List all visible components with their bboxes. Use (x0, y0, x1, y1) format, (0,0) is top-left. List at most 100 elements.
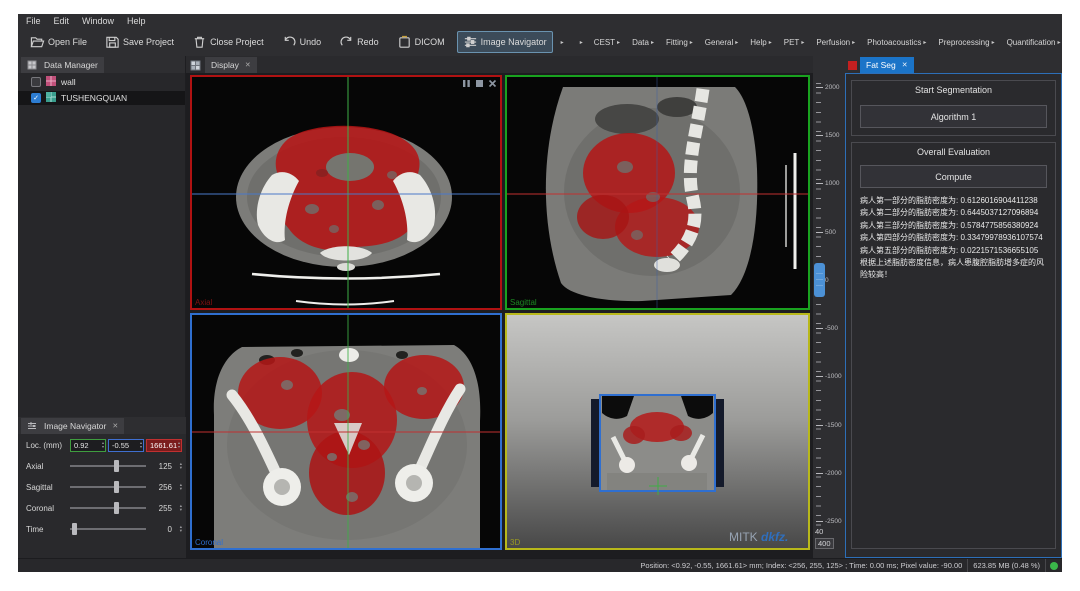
coronal-slider-label: Coronal (26, 504, 54, 513)
spinner-arrows-icon[interactable]: ▴▾ (180, 504, 182, 513)
view-menu-cest[interactable]: CEST▸ (593, 38, 623, 47)
dicom-button[interactable]: DICOM (391, 31, 451, 53)
redo-button[interactable]: Redo (333, 31, 385, 53)
axial-view-label: Axial (195, 298, 212, 307)
algorithm-1-button[interactable]: Algorithm 1 (860, 105, 1047, 128)
loc-x-spinbox[interactable]: 0.92 ▴▾ (70, 439, 106, 452)
sagittal-slider-label: Sagittal (26, 483, 53, 492)
spinner-arrows-icon[interactable]: ▴▾ (102, 441, 105, 449)
evaluation-results: 病人第一部分的脂肪密度为: 0.6126016904411238 病人第二部分的… (860, 195, 1049, 282)
menu-help[interactable]: Help (127, 16, 146, 26)
ruler-ticks (816, 83, 821, 531)
time-slider-value: 0 (168, 525, 172, 534)
time-slider-thumb[interactable] (72, 523, 77, 535)
overall-evaluation-title: Overall Evaluation (852, 147, 1055, 157)
menu-file[interactable]: File (26, 16, 41, 26)
toolbar: Open File Save Project Close Project Und… (18, 28, 1062, 56)
view-menu-pet[interactable]: PET▸ (783, 38, 808, 47)
axial-slider[interactable] (70, 465, 146, 467)
sagittal-ct-image[interactable] (507, 77, 808, 308)
undo-button[interactable]: Undo (276, 31, 328, 53)
coronal-slider-value: 255 (159, 504, 172, 513)
menu-window[interactable]: Window (82, 16, 114, 26)
redo-label: Redo (357, 37, 379, 47)
data-node-wall[interactable]: wall (18, 75, 185, 89)
close-project-button[interactable]: Close Project (186, 31, 270, 53)
undo-icon (282, 35, 297, 49)
tab-image-navigator[interactable]: Image Navigator ✕ (21, 418, 124, 434)
view-menu-fitting[interactable]: Fitting▸ (665, 38, 696, 47)
view-menu-photoacoustics[interactable]: Photoacoustics▸ (866, 38, 929, 47)
axial-ct-image[interactable] (192, 77, 500, 308)
view-menu-help[interactable]: Help▸ (749, 38, 774, 47)
level-window-slider[interactable]: 2000 1500 1000 500 0 -500 -1000 -1500 -2… (813, 75, 845, 550)
view-menu-perfusion[interactable]: Perfusion▸ (815, 38, 858, 47)
image-navigator-icon (463, 35, 478, 49)
save-project-label: Save Project (123, 37, 174, 47)
threed-render-image[interactable]: MITK dkfz. (507, 315, 808, 548)
crosshair-toggle-icon[interactable] (462, 79, 471, 88)
menu-bar: File Edit Window Help (18, 14, 1062, 28)
dicom-label: DICOM (415, 37, 445, 47)
dkfz-watermark: dkfz. (761, 530, 788, 544)
coronal-slider[interactable] (70, 507, 146, 509)
sagittal-slider-thumb[interactable] (114, 481, 119, 493)
memory-usage: 623.85 MB (0.48 %) (967, 559, 1046, 572)
view-menu-preprocessing[interactable]: Preprocessing▸ (937, 38, 997, 47)
data-node-tushengquan[interactable]: ✓ TUSHENGQUAN (18, 91, 185, 105)
axial-slider-thumb[interactable] (114, 460, 119, 472)
status-bar: Position: <0.92, -0.55, 1661.61> mm; Ind… (18, 558, 1062, 572)
spinner-arrows-icon[interactable]: ▴▾ (180, 462, 182, 471)
time-slider[interactable] (70, 528, 146, 530)
close-icon[interactable]: ✕ (112, 422, 118, 430)
window-value[interactable]: 400 (815, 538, 834, 549)
open-file-button[interactable]: Open File (24, 31, 93, 53)
view-menu-icon[interactable] (488, 79, 497, 88)
close-icon[interactable]: ✕ (902, 61, 908, 69)
axial-slider-label: Axial (26, 462, 43, 471)
view-menu-quantification[interactable]: Quantification▸ (1006, 38, 1062, 47)
toolbar-overflow-icon[interactable]: ▸ (580, 39, 583, 46)
image-navigator-panel: Image Navigator ✕ Loc. (mm) 0.92 ▴▾ -0.5… (18, 417, 186, 558)
sagittal-viewport[interactable]: Sagittal (505, 75, 810, 310)
spinner-arrows-icon[interactable]: ▴▾ (180, 525, 182, 534)
image-navigator-tab-icon (27, 421, 37, 431)
spinner-arrows-icon[interactable]: ▴▾ (180, 483, 182, 492)
spinner-arrows-icon[interactable]: ▴▾ (140, 441, 143, 449)
level-slider-handle[interactable] (814, 263, 825, 297)
view-menu-general[interactable]: General▸ (704, 38, 741, 47)
coronal-ct-image[interactable] (192, 315, 500, 548)
memory-status-icon (1050, 562, 1058, 570)
loc-y-spinbox[interactable]: -0.55 ▴▾ (108, 439, 144, 452)
compute-button[interactable]: Compute (860, 165, 1047, 188)
loc-z-spinbox[interactable]: 1661.61 ▴▾ (146, 439, 182, 452)
fat-seg-panel: Fat Seg ✕ Start Segmentation Algorithm 1… (845, 56, 1062, 558)
wall-node-icon (45, 75, 57, 89)
image-navigator-button[interactable]: Image Navigator (457, 31, 553, 53)
open-file-icon (30, 35, 45, 49)
wall-visibility-checkbox[interactable] (31, 77, 41, 87)
result-line: 病人第三部分的脂肪密度为: 0.5784775856380924 (860, 220, 1049, 232)
result-line: 病人第四部分的脂肪密度为: 0.33479978936107574 (860, 232, 1049, 244)
mitk-watermark: MITK (729, 530, 758, 544)
coronal-viewport[interactable]: Coronal (190, 313, 502, 550)
threed-viewport[interactable]: MITK dkfz. 3D (505, 313, 810, 550)
fat-seg-view-icon (848, 61, 857, 70)
tushengquan-visibility-checkbox[interactable]: ✓ (31, 93, 41, 103)
axial-viewport[interactable]: Axial (190, 75, 502, 310)
close-icon[interactable]: ✕ (245, 61, 251, 69)
tab-display[interactable]: Display ✕ (205, 57, 257, 73)
toolbar-overflow-icon[interactable]: ▸ (561, 39, 564, 46)
tab-fat-seg[interactable]: Fat Seg ✕ (860, 57, 914, 73)
undo-label: Undo (300, 37, 322, 47)
view-menu-data[interactable]: Data▸ (631, 38, 657, 47)
maximize-view-icon[interactable] (475, 79, 484, 88)
menu-edit[interactable]: Edit (54, 16, 70, 26)
position-status: Position: <0.92, -0.55, 1661.61> mm; Ind… (640, 561, 967, 570)
save-project-button[interactable]: Save Project (99, 31, 180, 53)
level-value: 40 (815, 527, 823, 536)
tab-data-manager[interactable]: Data Manager (21, 57, 104, 73)
coronal-slider-thumb[interactable] (114, 502, 119, 514)
spinner-arrows-icon[interactable]: ▴▾ (178, 441, 181, 449)
sagittal-slider[interactable] (70, 486, 146, 488)
